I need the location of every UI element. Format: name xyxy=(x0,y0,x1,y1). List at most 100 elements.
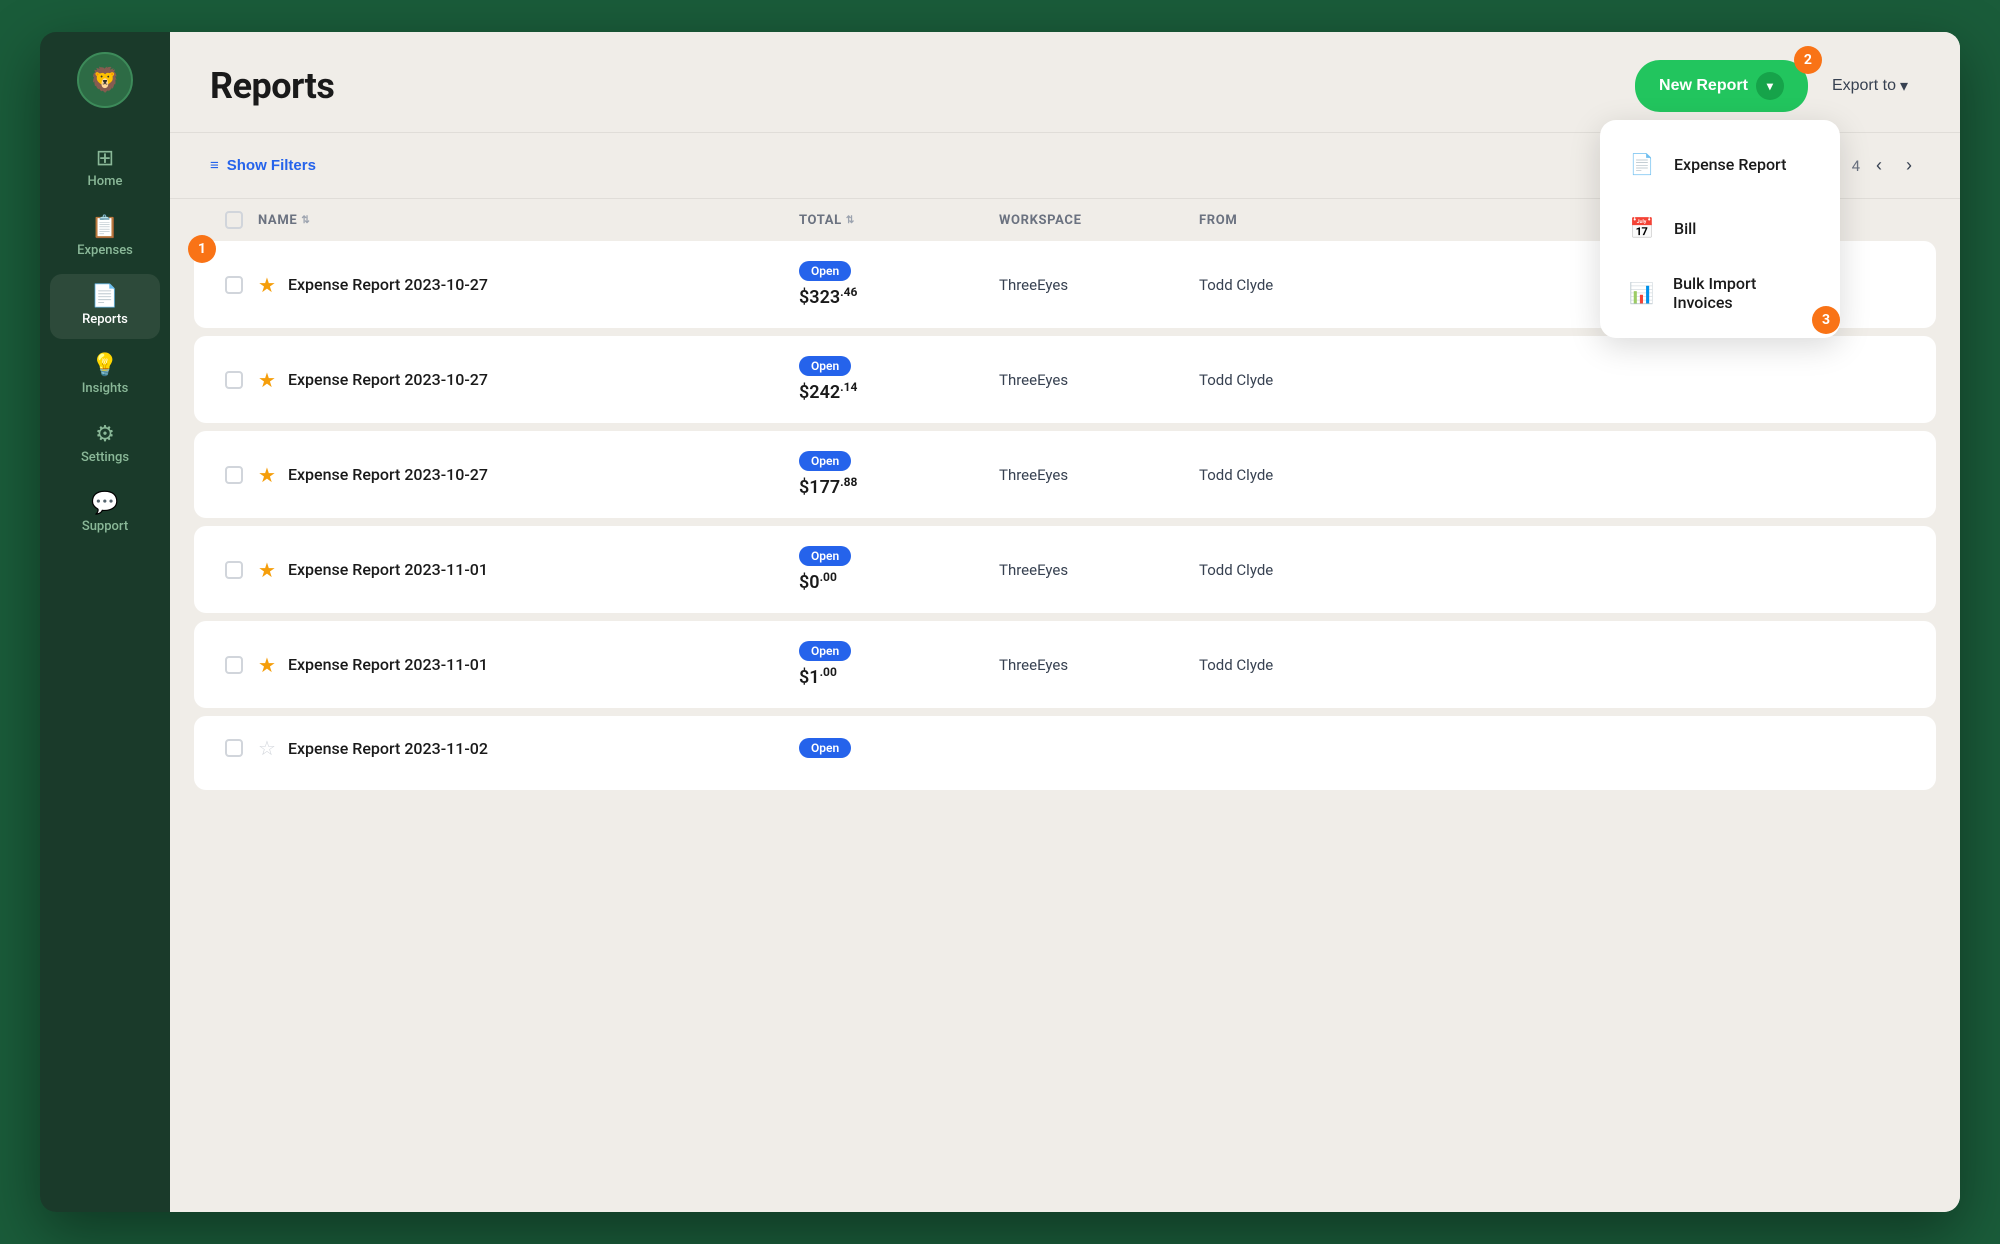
row1-checkbox-cell xyxy=(210,276,258,294)
dropdown-bill[interactable]: 📅 Bill xyxy=(1608,196,1832,260)
new-report-button[interactable]: New Report ▾ xyxy=(1635,60,1808,112)
col-header-name[interactable]: NAME ⇅ xyxy=(258,213,799,228)
sidebar-item-reports[interactable]: 📄 Reports xyxy=(50,274,160,339)
col-workspace-label: WORKSPACE xyxy=(999,213,1082,228)
row2-name-cell: ★ Expense Report 2023-10-27 xyxy=(258,368,799,392)
row4-from: Todd Clyde xyxy=(1199,561,1379,579)
row1-workspace: ThreeEyes xyxy=(999,276,1199,294)
sidebar-label-expenses: Expenses xyxy=(77,243,133,258)
row4-checkbox-cell xyxy=(210,561,258,579)
row5-name-text: Expense Report 2023-11-01 xyxy=(288,655,488,674)
row2-total-cell: Open $242.14 xyxy=(799,356,999,403)
new-report-badge: 2 xyxy=(1794,46,1822,74)
export-to-button[interactable]: Export to ▾ xyxy=(1820,68,1920,104)
row5-star-icon[interactable]: ★ xyxy=(258,653,276,677)
row1-name-text: Expense Report 2023-10-27 xyxy=(288,275,488,294)
row4-name-cell: ★ Expense Report 2023-11-01 xyxy=(258,558,799,582)
row4-workspace: ThreeEyes xyxy=(999,561,1199,579)
row3-star-icon[interactable]: ★ xyxy=(258,463,276,487)
col-from-label: FROM xyxy=(1199,213,1237,228)
row3-name-cell: ★ Expense Report 2023-10-27 xyxy=(258,463,799,487)
row6-status-badge: Open xyxy=(799,738,851,758)
sidebar-item-expenses[interactable]: 📋 Expenses xyxy=(50,205,160,270)
dropdown-badge-3: 3 xyxy=(1812,306,1840,334)
sidebar-item-support[interactable]: 💬 Support xyxy=(50,481,160,546)
sidebar-item-insights[interactable]: 💡 Insights xyxy=(50,343,160,408)
row2-from: Todd Clyde xyxy=(1199,371,1379,389)
col-header-workspace: WORKSPACE xyxy=(999,213,1199,228)
reports-icon: 📄 xyxy=(91,286,118,308)
row1-badge: 1 xyxy=(188,235,216,263)
row5-name-cell: ★ Expense Report 2023-11-01 xyxy=(258,653,799,677)
sidebar-logo[interactable]: 🦁 xyxy=(77,52,133,108)
bill-icon: 📅 xyxy=(1624,210,1660,246)
row1-checkbox[interactable] xyxy=(225,276,243,294)
row4-amount: $0.00 xyxy=(799,570,837,593)
row1-star-icon[interactable]: ★ xyxy=(258,273,276,297)
row3-amount: $177.88 xyxy=(799,475,857,498)
row6-total-cell: Open xyxy=(799,738,999,758)
row6-name-text: Expense Report 2023-11-02 xyxy=(288,739,488,758)
settings-icon: ⚙ xyxy=(95,424,115,446)
expenses-icon: 📋 xyxy=(91,217,118,239)
table-row[interactable]: ★ Expense Report 2023-10-27 Open $242.14… xyxy=(194,336,1936,423)
row3-checkbox-cell xyxy=(210,466,258,484)
row4-checkbox[interactable] xyxy=(225,561,243,579)
row3-checkbox[interactable] xyxy=(225,466,243,484)
pagination-page: 4 xyxy=(1852,157,1860,175)
table-row[interactable]: ★ Expense Report 2023-10-27 Open $177.88… xyxy=(194,431,1936,518)
row5-from: Todd Clyde xyxy=(1199,656,1379,674)
row5-workspace: ThreeEyes xyxy=(999,656,1199,674)
pagination-next[interactable]: › xyxy=(1898,151,1920,180)
row2-amount: $242.14 xyxy=(799,380,857,403)
select-all-checkbox[interactable] xyxy=(225,211,243,229)
sidebar-label-support: Support xyxy=(82,519,128,534)
row3-workspace: ThreeEyes xyxy=(999,466,1199,484)
row6-star-icon[interactable]: ☆ xyxy=(258,736,276,760)
dropdown-bulk-import[interactable]: 📊 Bulk Import Invoices 3 xyxy=(1608,260,1832,326)
total-sort-icon: ⇅ xyxy=(846,215,855,226)
bulk-import-label: Bulk Import Invoices xyxy=(1673,274,1816,312)
home-icon: ⊞ xyxy=(96,148,114,170)
col-total-label: TOTAL xyxy=(799,213,842,228)
row2-star-icon[interactable]: ★ xyxy=(258,368,276,392)
expense-report-icon: 📄 xyxy=(1624,146,1660,182)
sidebar-label-home: Home xyxy=(88,174,123,189)
header-actions: 2 New Report ▾ Export to ▾ 📄 Expense Rep… xyxy=(1635,60,1920,112)
bill-label: Bill xyxy=(1674,219,1696,238)
main-content: Reports 2 New Report ▾ Export to ▾ xyxy=(170,32,1960,1212)
page-title: Reports xyxy=(210,65,334,107)
show-filters-button[interactable]: ≡ Show Filters xyxy=(210,157,316,174)
sidebar-item-home[interactable]: ⊞ Home xyxy=(50,136,160,201)
row2-name-text: Expense Report 2023-10-27 xyxy=(288,370,488,389)
col-header-total[interactable]: TOTAL ⇅ xyxy=(799,213,999,228)
row6-checkbox[interactable] xyxy=(225,739,243,757)
row3-status-badge: Open xyxy=(799,451,851,471)
row4-name-text: Expense Report 2023-11-01 xyxy=(288,560,488,579)
sidebar-item-settings[interactable]: ⚙ Settings xyxy=(50,412,160,477)
expense-report-label: Expense Report xyxy=(1674,155,1786,174)
sidebar-label-reports: Reports xyxy=(82,312,128,327)
bulk-import-icon: 📊 xyxy=(1624,275,1659,311)
row2-checkbox[interactable] xyxy=(225,371,243,389)
row5-total-cell: Open $1.00 xyxy=(799,641,999,688)
table-row[interactable]: ★ Expense Report 2023-11-01 Open $0.00 T… xyxy=(194,526,1936,613)
row4-total-cell: Open $0.00 xyxy=(799,546,999,593)
row5-status-badge: Open xyxy=(799,641,851,661)
page-header: Reports 2 New Report ▾ Export to ▾ xyxy=(170,32,1960,133)
dropdown-expense-report[interactable]: 📄 Expense Report xyxy=(1608,132,1832,196)
row5-checkbox[interactable] xyxy=(225,656,243,674)
row1-from: Todd Clyde xyxy=(1199,276,1379,294)
row1-total-cell: Open $323.46 xyxy=(799,261,999,308)
export-chevron-icon: ▾ xyxy=(1900,76,1908,96)
row2-status-badge: Open xyxy=(799,356,851,376)
table-row[interactable]: ☆ Expense Report 2023-11-02 Open xyxy=(194,716,1936,790)
row4-status-badge: Open xyxy=(799,546,851,566)
row4-star-icon[interactable]: ★ xyxy=(258,558,276,582)
row5-checkbox-cell xyxy=(210,656,258,674)
sidebar-label-insights: Insights xyxy=(82,381,129,396)
new-report-label: New Report xyxy=(1659,77,1748,95)
table-row[interactable]: ★ Expense Report 2023-11-01 Open $1.00 T… xyxy=(194,621,1936,708)
sidebar-label-settings: Settings xyxy=(81,450,129,465)
pagination-prev[interactable]: ‹ xyxy=(1868,151,1890,180)
